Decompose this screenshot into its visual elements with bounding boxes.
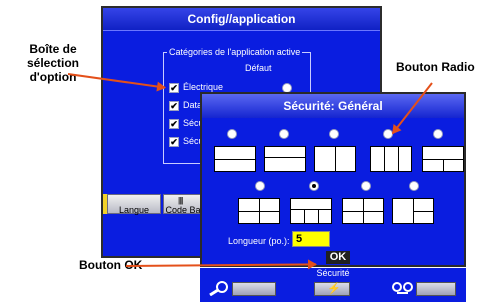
layout-icon-top-row-three-columns[interactable] [290,198,332,224]
checkbox[interactable]: ✔ [169,119,179,129]
checkbox[interactable]: ✔ [169,101,179,111]
barcode-icon: |||| [178,196,183,205]
layout-radio-9[interactable] [410,182,418,190]
bottom-bar: Sécurité ⚡ [200,268,466,302]
tape-icon[interactable] [392,281,414,298]
tab-langue[interactable]: Langue [107,194,161,215]
tab-label: Code Ba [165,205,201,215]
category-label: Électrique [183,82,224,92]
tab-selection-marker [103,194,107,214]
layout-icon-column-split[interactable] [392,198,434,224]
length-label: Longueur (po.): [228,236,290,246]
category-group-label: Catégories de l'application active [167,47,303,57]
function-button-left[interactable] [232,282,276,296]
layout-radio-7-selected[interactable] [310,182,318,190]
layout-icon-two-columns[interactable] [314,146,356,172]
layout-icon-three-columns[interactable] [370,146,412,172]
layout-icon-quad-alt[interactable] [342,198,384,224]
dialog-title: Sécurité: Général [202,94,464,118]
lightning-icon: ⚡ [327,283,341,295]
layout-radio-6[interactable] [256,182,264,190]
callout-option-box: Boîte de sélection d'option [8,42,98,84]
function-button-center[interactable]: ⚡ [314,282,350,296]
layout-radio-3[interactable] [330,130,338,138]
length-input[interactable]: 5 [292,231,330,247]
callout-radio-button: Bouton Radio [396,60,475,74]
layout-radio-2[interactable] [280,130,288,138]
callout-option-box-line: Boîte de [29,42,77,56]
checkbox[interactable]: ✔ [169,83,179,93]
status-text: Sécurité [316,268,350,278]
checkbox[interactable]: ✔ [169,137,179,147]
layout-radio-5[interactable] [434,130,442,138]
layout-radio-1[interactable] [228,130,236,138]
tab-label: Langue [118,205,150,215]
security-dialog: Sécurité: Général Longueur (po.): 5 OK [200,92,466,267]
default-radio[interactable] [283,84,291,92]
function-button-right[interactable] [416,282,456,296]
layout-icon-row-split[interactable] [422,146,464,172]
search-icon[interactable] [208,280,230,299]
tab-code-barres[interactable]: |||| Code Ba [163,194,203,215]
layout-icon-two-rows[interactable] [214,146,256,172]
layout-radio-8[interactable] [362,182,370,190]
window-title: Config//application [103,8,380,31]
callout-option-box-line: sélection [26,56,80,70]
layout-icon-quad[interactable] [238,198,280,224]
ok-button[interactable]: OK [326,251,350,264]
default-column-header: Défaut [245,63,272,73]
layout-icon-two-rows-tall[interactable] [264,146,306,172]
